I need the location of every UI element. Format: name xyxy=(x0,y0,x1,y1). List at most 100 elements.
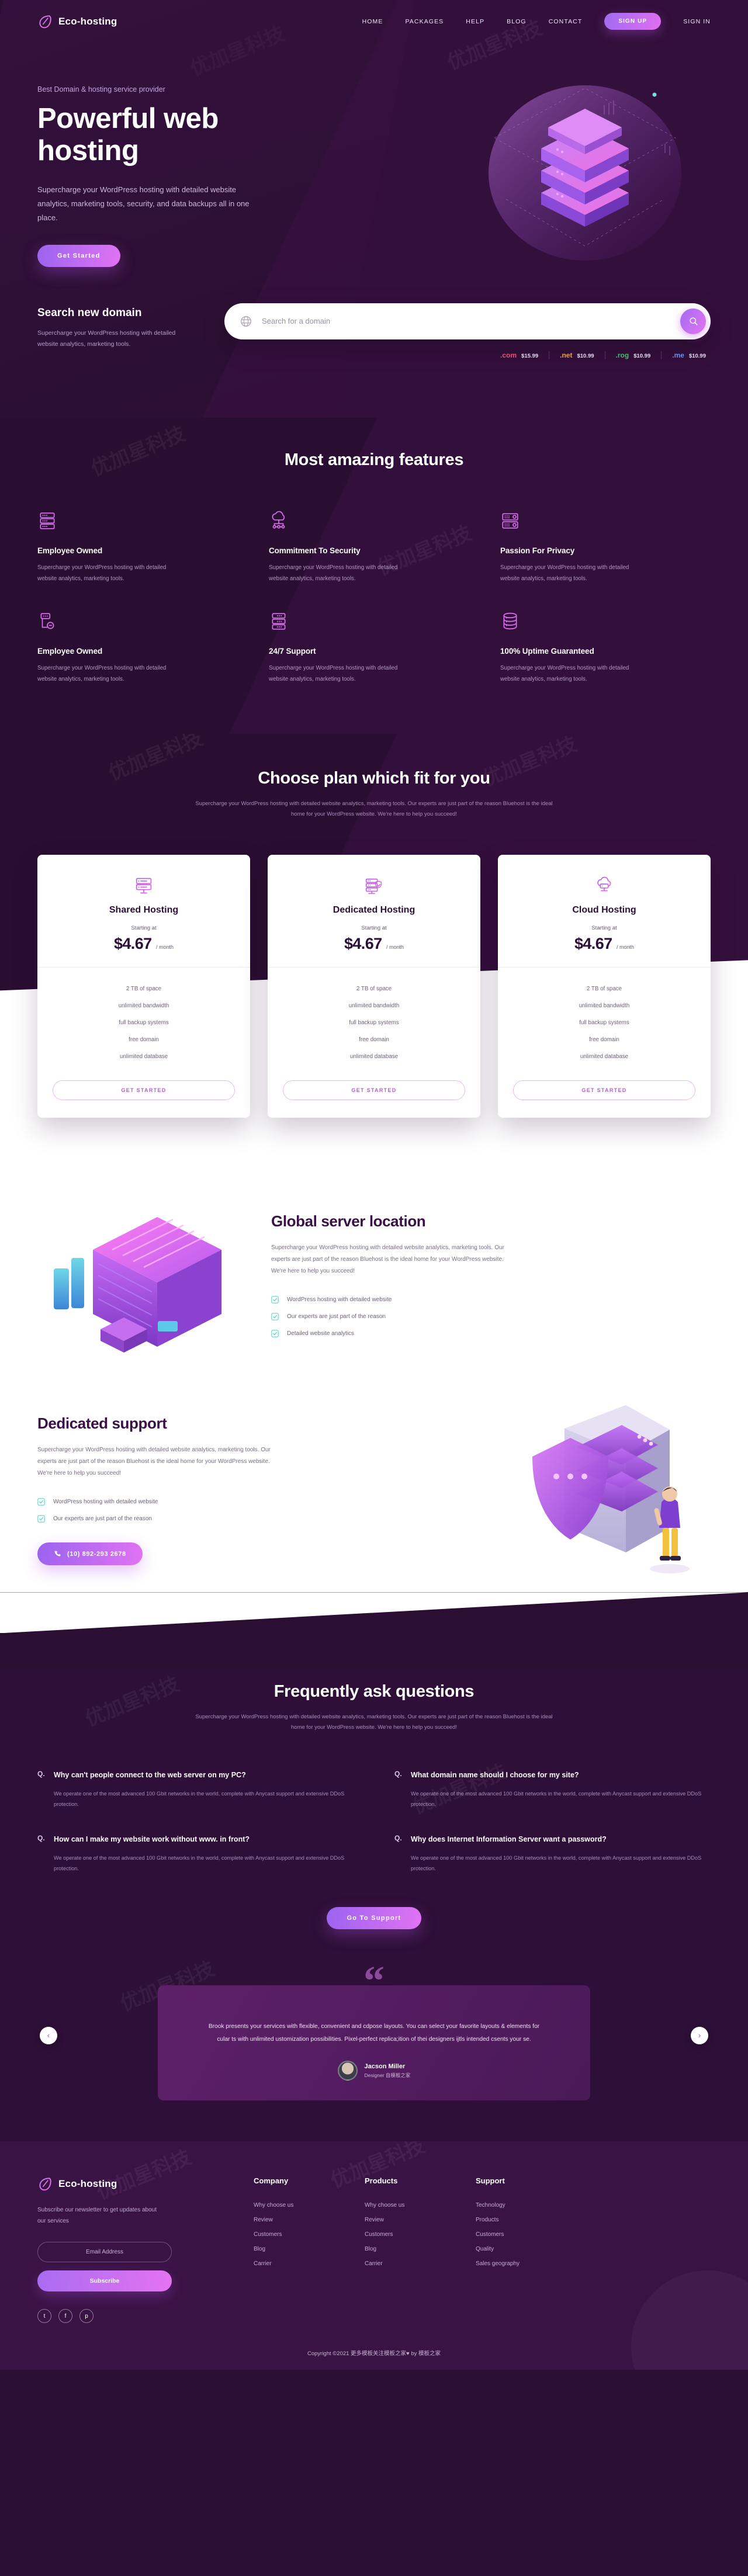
footer-link[interactable]: Why choose us xyxy=(365,2198,452,2213)
pricing-section: 优加星科技 优加星科技 Choose plan which fit for yo… xyxy=(0,727,748,1153)
footer-link[interactable]: Carrier xyxy=(365,2256,452,2271)
domain-search-button[interactable] xyxy=(680,308,706,334)
testimonial-next-button[interactable]: › xyxy=(691,2026,708,2044)
domain-search-input[interactable] xyxy=(262,317,680,326)
plan-name: Cloud Hosting xyxy=(572,905,636,916)
testimonial-section: 优加星科技 优加星科技 ‹ “ Brook presents your serv… xyxy=(0,1957,748,2142)
feature-desc: Supercharge your WordPress hosting with … xyxy=(269,564,398,582)
pricing-title: Choose plan which fit for you xyxy=(258,769,490,788)
feature-desc: Supercharge your WordPress hosting with … xyxy=(500,564,629,582)
testimonial-author: Jacson Miller Designer 自模板之家 xyxy=(202,2061,546,2081)
support-phone-number: (10) 892-293 2678 xyxy=(67,1550,126,1558)
cloud-server-icon xyxy=(597,876,611,892)
nav-item-packages[interactable]: PACKAGES xyxy=(405,18,444,25)
tld-item[interactable]: .net $10.99 xyxy=(549,351,605,359)
hero-get-started-button[interactable]: Get Started xyxy=(37,244,120,267)
pinterest-icon[interactable]: p xyxy=(79,2309,94,2324)
tld-ext: .me xyxy=(672,351,684,359)
faq-answer: We operate one of the most advanced 100 … xyxy=(54,1855,345,1872)
subscribe-button[interactable]: Subscribe xyxy=(37,2270,172,2292)
sign-in-link[interactable]: SIGN IN xyxy=(683,18,711,25)
plan-feature: 2 TB of space xyxy=(586,986,622,993)
footer-link[interactable]: Products xyxy=(476,2213,563,2227)
pricing-card-cloud: Cloud Hosting Starting at $4.67 / month … xyxy=(498,855,711,1118)
footer-brand-logo[interactable]: Eco-hosting xyxy=(37,2176,230,2192)
plan-feature: full backup systems xyxy=(349,1020,399,1027)
footer-link[interactable]: Review xyxy=(365,2213,452,2227)
footer-link[interactable]: Why choose us xyxy=(254,2198,341,2213)
check-icon xyxy=(37,1515,45,1523)
plan-feature: unlimited bandwidth xyxy=(579,1003,630,1010)
faq-item[interactable]: Q. What domain name should I choose for … xyxy=(394,1769,711,1810)
chevron-left-icon: ‹ xyxy=(47,2031,50,2040)
check-list-item: WordPress hosting with detailed website xyxy=(37,1493,453,1510)
cloud-network-icon xyxy=(272,511,285,529)
plan-starting-label: Starting at xyxy=(591,925,617,932)
footer-link[interactable]: Technology xyxy=(476,2198,563,2213)
testimonial-prev-button[interactable]: ‹ xyxy=(40,2026,57,2044)
pricing-subtitle: Supercharge your WordPress hosting with … xyxy=(195,800,553,818)
footer-link[interactable]: Quality xyxy=(476,2242,563,2256)
site-footer: 优加星科技 优加星科技 Eco-hosting Subscribe our ne… xyxy=(0,2141,748,2370)
feature-card: Employee Owned Supercharge your WordPres… xyxy=(37,511,248,584)
nav-item-help[interactable]: HELP xyxy=(466,18,484,25)
tld-item[interactable]: .me $10.99 xyxy=(662,351,707,359)
testimonial-card: “ Brook presents your services with flex… xyxy=(158,1960,590,2101)
dedicated-support-body: Supercharge your WordPress hosting with … xyxy=(37,1447,271,1477)
footer-link[interactable]: Blog xyxy=(365,2242,452,2256)
hero-section: 优加星科技 优加星科技 Eco-hosting HOME PACKAGES HE… xyxy=(0,0,748,418)
faq-item[interactable]: Q. Why does Internet Information Server … xyxy=(394,1833,711,1874)
twitter-icon[interactable]: t xyxy=(37,2309,51,2324)
brand-logo[interactable]: Eco-hosting xyxy=(37,14,117,29)
plan-name: Shared Hosting xyxy=(109,905,179,916)
plan-get-started-button[interactable]: GET STARTED xyxy=(53,1080,235,1101)
footer-link[interactable]: Customers xyxy=(365,2227,452,2242)
check-icon xyxy=(271,1313,279,1321)
faq-subtitle: Supercharge your WordPress hosting with … xyxy=(195,1714,553,1731)
facebook-icon[interactable]: f xyxy=(58,2309,72,2324)
footer-newsletter-text: Subscribe our newsletter to get updates … xyxy=(37,2207,157,2225)
domain-search-bar[interactable] xyxy=(224,303,711,339)
footer-column-products: Products Why choose us Review Customers … xyxy=(365,2176,452,2323)
plan-price: $4.67 xyxy=(344,935,382,953)
nav-item-contact[interactable]: CONTACT xyxy=(549,18,583,25)
hero-subtitle: Supercharge your WordPress hosting with … xyxy=(37,185,250,222)
nav-item-home[interactable]: HOME xyxy=(362,18,383,25)
dedicated-support-illustration xyxy=(477,1393,711,1586)
quote-icon: “ xyxy=(363,1957,385,2005)
feature-desc: Supercharge your WordPress hosting with … xyxy=(37,665,167,683)
domain-search-section: Search new domain Supercharge your WordP… xyxy=(0,267,748,383)
sign-up-button[interactable]: SIGN UP xyxy=(604,13,662,30)
footer-link[interactable]: Customers xyxy=(476,2227,563,2242)
server-monitor-icon xyxy=(136,878,152,894)
plan-get-started-button[interactable]: GET STARTED xyxy=(283,1080,465,1101)
footer-column-company: Company Why choose us Review Customers B… xyxy=(254,2176,341,2323)
go-to-support-button[interactable]: Go To Support xyxy=(327,1907,421,1930)
footer-column-support: Support Technology Products Customers Qu… xyxy=(476,2176,563,2323)
check-list-item: WordPress hosting with detailed website xyxy=(271,1291,517,1308)
feature-title: Employee Owned xyxy=(37,647,103,656)
feature-title: 24/7 Support xyxy=(269,647,316,656)
domain-search-controls: .com $15.99 .net $10.99 .rog $10.99 .me … xyxy=(224,303,711,359)
feature-title: Commitment To Security xyxy=(269,546,361,555)
leaf-icon xyxy=(39,15,51,28)
tld-ext: .rog xyxy=(615,351,629,359)
tld-item[interactable]: .com $15.99 xyxy=(490,351,550,359)
support-phone-button[interactable]: (10) 892-293 2678 xyxy=(37,1542,143,1566)
check-list-label: Our experts are just part of the reason xyxy=(287,1313,386,1320)
footer-link[interactable]: Blog xyxy=(254,2242,341,2256)
check-list-item: Our experts are just part of the reason xyxy=(37,1510,453,1527)
faq-item[interactable]: Q. Why can't people connect to the web s… xyxy=(37,1769,354,1810)
feature-card: Employee Owned Supercharge your WordPres… xyxy=(37,611,248,685)
nav-item-blog[interactable]: BLOG xyxy=(507,18,527,25)
faq-question: Why does Internet Information Server wan… xyxy=(411,1835,607,1844)
faq-item[interactable]: Q. How can I make my website work withou… xyxy=(37,1833,354,1874)
footer-link[interactable]: Sales geography xyxy=(476,2256,563,2271)
tld-item[interactable]: .rog $10.99 xyxy=(605,351,662,359)
plan-get-started-button[interactable]: GET STARTED xyxy=(513,1080,695,1101)
footer-link[interactable]: Carrier xyxy=(254,2256,341,2271)
footer-column-title: Company xyxy=(254,2176,289,2186)
newsletter-email-input[interactable] xyxy=(37,2242,172,2263)
footer-link[interactable]: Customers xyxy=(254,2227,341,2242)
footer-link[interactable]: Review xyxy=(254,2213,341,2227)
